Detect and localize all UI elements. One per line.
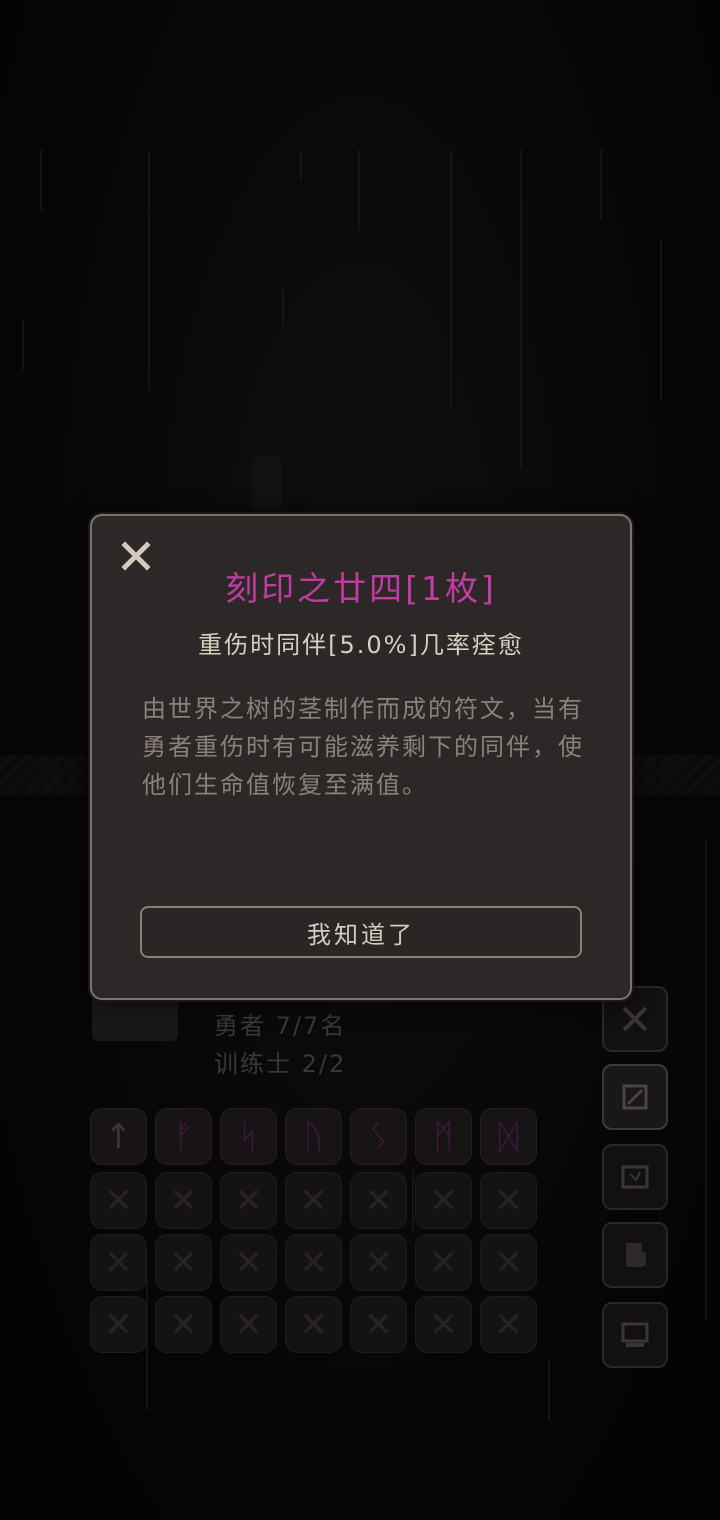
empty-slot[interactable]: ✕ (350, 1234, 407, 1291)
empty-slot[interactable]: ✕ (90, 1172, 147, 1229)
rune-slot[interactable]: ↑ (90, 1108, 147, 1165)
empty-slot[interactable]: ✕ (155, 1234, 212, 1291)
empty-slot[interactable]: ✕ (480, 1172, 537, 1229)
rune-row-1: ↑ ᚠ ᛋ ᚢ ᛊ ᛗ ᛞ (90, 1108, 537, 1165)
empty-slot[interactable]: ✕ (90, 1234, 147, 1291)
rune-slot[interactable]: ᚠ (155, 1108, 212, 1165)
empty-slot[interactable]: ✕ (415, 1172, 472, 1229)
empty-slot[interactable]: ✕ (480, 1296, 537, 1353)
rune-title: 刻印之廿四[1枚] (225, 569, 497, 608)
empty-slot[interactable]: ✕ (350, 1172, 407, 1229)
document-icon[interactable] (602, 1222, 668, 1288)
scroll-icon[interactable] (602, 1064, 668, 1130)
empty-slot[interactable]: ✕ (220, 1234, 277, 1291)
rune-slot[interactable]: ᛊ (350, 1108, 407, 1165)
empty-slot[interactable]: ✕ (285, 1234, 342, 1291)
empty-slot[interactable]: ✕ (480, 1234, 537, 1291)
empty-slot[interactable]: ✕ (285, 1172, 342, 1229)
rune-slot[interactable]: ᛗ (415, 1108, 472, 1165)
rune-slot[interactable]: ᛞ (480, 1108, 537, 1165)
empty-slot[interactable]: ✕ (90, 1296, 147, 1353)
empty-slot[interactable]: ✕ (285, 1296, 342, 1353)
rune-effect: 重伤时同伴[5.0%]几率痊愈 (198, 631, 524, 659)
empty-slot[interactable]: ✕ (220, 1172, 277, 1229)
computer-icon[interactable] (602, 1302, 668, 1368)
rune-slot[interactable]: ᛋ (220, 1108, 277, 1165)
empty-slot[interactable]: ✕ (415, 1296, 472, 1353)
rune-row-3: ✕ ✕ ✕ ✕ ✕ ✕ ✕ (90, 1234, 537, 1291)
trainers-count: 训练士 2/2 (214, 1050, 347, 1078)
rune-slot[interactable]: ᚢ (285, 1108, 342, 1165)
rune-description: 由世界之树的茎制作而成的符文，当有勇者重伤时有可能滋养剩下的同伴，使他们生命值恢… (142, 695, 584, 799)
map-icon[interactable] (602, 1144, 668, 1210)
empty-slot[interactable]: ✕ (415, 1234, 472, 1291)
empty-slot[interactable]: ✕ (350, 1296, 407, 1353)
empty-slot[interactable]: ✕ (155, 1296, 212, 1353)
empty-slot[interactable]: ✕ (220, 1296, 277, 1353)
rune-row-2: ✕ ✕ ✕ ✕ ✕ ✕ ✕ (90, 1172, 537, 1229)
empty-slot[interactable]: ✕ (155, 1172, 212, 1229)
rune-info-dialog: 刻印之廿四[1枚] 重伤时同伴[5.0%]几率痊愈 由世界之树的茎制作而成的符文… (90, 514, 632, 1000)
confirm-button[interactable]: 我知道了 (140, 906, 582, 958)
rune-row-4: ✕ ✕ ✕ ✕ ✕ ✕ ✕ (90, 1296, 537, 1353)
heroes-count: 勇者 7/7名 (214, 1012, 347, 1040)
